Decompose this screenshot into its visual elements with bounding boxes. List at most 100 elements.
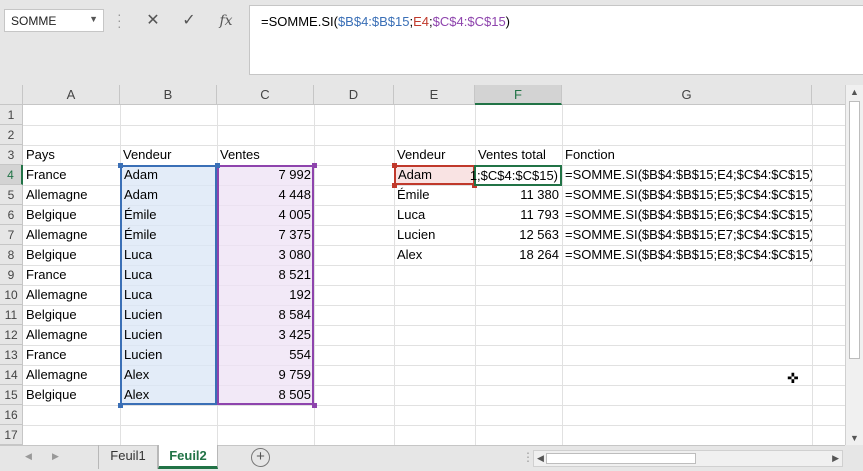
cell-pays[interactable]: Allemagne [23, 325, 120, 345]
cell-vendeur[interactable]: Lucien [121, 345, 217, 365]
row-header[interactable]: 10 [0, 285, 23, 305]
row-header[interactable]: 11 [0, 305, 23, 325]
row-header[interactable]: 1 [0, 105, 23, 125]
tab-scroll-right-icon[interactable]: ▶ [52, 451, 59, 462]
cell-ventes-total[interactable]: 11 380 [475, 185, 562, 205]
cell-vendeur[interactable]: Adam [121, 185, 217, 205]
cell-vendeur[interactable]: Alex [121, 385, 217, 405]
row-header[interactable]: 13 [0, 345, 23, 365]
cell-fonction[interactable]: =SOMME.SI($B$4:$B$15;E7;$C$4:$C$15) [562, 225, 812, 245]
header-cell-fonction[interactable]: Fonction [562, 145, 812, 165]
row-header-selected[interactable]: 4 [0, 165, 23, 185]
cell-fonction[interactable]: =SOMME.SI($B$4:$B$15;E8;$C$4:$C$15) [562, 245, 812, 265]
cell-pays[interactable]: Allemagne [23, 185, 120, 205]
cell-ventes-total[interactable]: 11 793 [475, 205, 562, 225]
name-box[interactable]: SOMME ▼ [4, 9, 104, 32]
column-header-a[interactable]: A [23, 85, 120, 105]
header-cell-vendeur-summary[interactable]: Vendeur [394, 145, 475, 165]
cell-fonction[interactable]: =SOMME.SI($B$4:$B$15;E4;$C$4:$C$15) [562, 165, 812, 185]
row-header[interactable]: 2 [0, 125, 23, 145]
row-header[interactable]: 9 [0, 265, 23, 285]
cell-vendeur[interactable]: Lucien [121, 325, 217, 345]
scroll-up-icon[interactable]: ▲ [850, 87, 859, 97]
cell-ventes[interactable]: 8 505 [218, 385, 314, 405]
header-cell-pays[interactable]: Pays [23, 145, 120, 165]
column-header-f[interactable]: F [475, 85, 562, 105]
cell-pays[interactable]: Allemagne [23, 225, 120, 245]
tab-feuil2[interactable]: Feuil2 [158, 445, 218, 469]
cell-vendeur-summary[interactable]: Émile [394, 185, 475, 205]
scroll-right-icon[interactable]: ▶ [832, 453, 839, 464]
tab-feuil1[interactable]: Feuil1 [98, 445, 158, 469]
row-header[interactable]: 16 [0, 405, 23, 425]
cell-vendeur-summary[interactable]: Luca [394, 205, 475, 225]
cell-fonction[interactable]: =SOMME.SI($B$4:$B$15;E6;$C$4:$C$15) [562, 205, 812, 225]
column-header-c[interactable]: C [217, 85, 314, 105]
cell-ventes[interactable]: 554 [218, 345, 314, 365]
cell-pays[interactable]: Belgique [23, 385, 120, 405]
cell-ventes[interactable]: 7 375 [218, 225, 314, 245]
cell-vendeur-summary[interactable]: Alex [394, 245, 475, 265]
enter-formula-button[interactable]: ✓ [174, 10, 204, 32]
vertical-scrollbar[interactable]: ▲ ▼ [845, 85, 863, 445]
vertical-scroll-thumb[interactable] [849, 101, 860, 359]
name-box-dropdown-icon[interactable]: ▼ [89, 14, 98, 24]
cell-pays[interactable]: Allemagne [23, 285, 120, 305]
row-header[interactable]: 15 [0, 385, 23, 405]
insert-function-button[interactable]: fx [211, 10, 241, 32]
tab-scroll-left-icon[interactable]: ◀ [25, 451, 32, 462]
cell-pays[interactable]: France [23, 345, 120, 365]
cell-ventes[interactable]: 192 [218, 285, 314, 305]
cell-ventes[interactable]: 7 992 [218, 165, 314, 185]
cell-pays[interactable]: Belgique [23, 205, 120, 225]
row-header[interactable]: 8 [0, 245, 23, 265]
column-header-e[interactable]: E [394, 85, 475, 105]
row-header[interactable]: 3 [0, 145, 23, 165]
formula-input[interactable]: =SOMME.SI($B$4:$B$15;E4;$C$4:$C$15) [249, 5, 863, 75]
scroll-down-icon[interactable]: ▼ [850, 433, 859, 443]
horizontal-scrollbar[interactable]: ◀ ▶ [533, 450, 843, 467]
cell-vendeur-summary[interactable]: Adam [395, 165, 474, 185]
cell-ventes[interactable]: 4 005 [218, 205, 314, 225]
row-header[interactable]: 17 [0, 425, 23, 445]
cell-vendeur[interactable]: Luca [121, 265, 217, 285]
cell-ventes[interactable]: 4 448 [218, 185, 314, 205]
select-all-corner[interactable] [0, 85, 23, 105]
cell-vendeur[interactable]: Luca [121, 245, 217, 265]
column-header-b[interactable]: B [120, 85, 217, 105]
cell-fonction[interactable]: =SOMME.SI($B$4:$B$15;E5;$C$4:$C$15) [562, 185, 812, 205]
cell-ventes[interactable]: 8 584 [218, 305, 314, 325]
cell-vendeur[interactable]: Adam [121, 165, 217, 185]
cell-ventes-total[interactable]: 12 563 [475, 225, 562, 245]
scroll-left-icon[interactable]: ◀ [537, 453, 544, 464]
header-cell-ventes-total[interactable]: Ventes total [475, 145, 562, 165]
cell-pays[interactable]: France [23, 265, 120, 285]
cell-ventes[interactable]: 9 759 [218, 365, 314, 385]
worksheet-grid[interactable]: A B C D E F G 1 2 3 4 5 6 7 8 9 10 11 12… [0, 85, 845, 445]
active-cell-editing[interactable]: 1;$C$4:$C$15) [470, 165, 562, 186]
cell-vendeur[interactable]: Luca [121, 285, 217, 305]
horizontal-scroll-thumb[interactable] [546, 453, 696, 464]
cell-vendeur[interactable]: Émile [121, 205, 217, 225]
cancel-formula-button[interactable]: ✕ [138, 10, 168, 32]
header-cell-vendeur[interactable]: Vendeur [120, 145, 217, 165]
row-header[interactable]: 6 [0, 205, 23, 225]
header-cell-ventes[interactable]: Ventes [217, 145, 314, 165]
formula-bar-grip-icon[interactable]: · · · [117, 7, 122, 33]
row-header[interactable]: 5 [0, 185, 23, 205]
cell-vendeur[interactable]: Alex [121, 365, 217, 385]
cell-ventes-total[interactable]: 18 264 [475, 245, 562, 265]
row-header[interactable]: 14 [0, 365, 23, 385]
column-header-d[interactable]: D [314, 85, 394, 105]
cell-pays[interactable]: France [23, 165, 120, 185]
column-header-next[interactable] [812, 85, 845, 105]
cell-pays[interactable]: Allemagne [23, 365, 120, 385]
cell-vendeur-summary[interactable]: Lucien [394, 225, 475, 245]
cell-pays[interactable]: Belgique [23, 245, 120, 265]
cell-ventes[interactable]: 3 080 [218, 245, 314, 265]
cell-ventes[interactable]: 8 521 [218, 265, 314, 285]
cell-vendeur[interactable]: Lucien [121, 305, 217, 325]
row-header[interactable]: 12 [0, 325, 23, 345]
row-header[interactable]: 7 [0, 225, 23, 245]
column-header-g[interactable]: G [562, 85, 812, 105]
